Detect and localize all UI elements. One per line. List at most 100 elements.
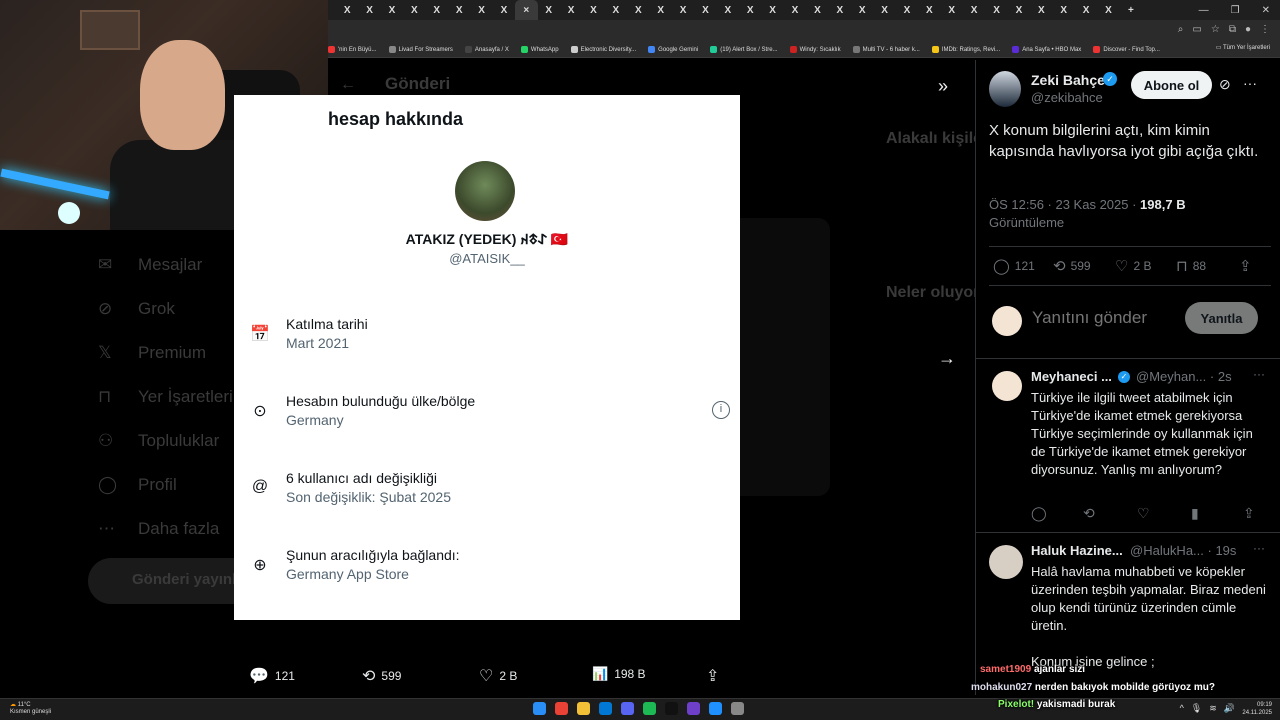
browser-tab[interactable]: X bbox=[627, 0, 649, 20]
reply-icon[interactable]: ◯ bbox=[1031, 505, 1047, 522]
bookmark-item[interactable]: Livad For Streamers bbox=[388, 46, 453, 53]
browser-tab[interactable]: X bbox=[941, 0, 963, 20]
more-icon[interactable]: ··· bbox=[1243, 75, 1257, 91]
bookmark-item[interactable]: WhatsApp bbox=[520, 46, 559, 53]
browser-tab[interactable]: X bbox=[1097, 0, 1119, 20]
share-button[interactable]: ⇪ bbox=[706, 666, 719, 686]
star-icon[interactable]: ☆ bbox=[1211, 24, 1220, 35]
volume-icon[interactable]: 🔊 bbox=[1224, 703, 1235, 714]
taskbar-app-icon[interactable] bbox=[599, 702, 612, 715]
collapse-panel-button[interactable]: » bbox=[938, 76, 948, 97]
taskbar-app-icon[interactable] bbox=[533, 702, 546, 715]
browser-tab[interactable]: X bbox=[851, 0, 873, 20]
bookmark-button[interactable]: ⊓ 88 bbox=[1176, 257, 1206, 275]
browser-tab[interactable]: X bbox=[873, 0, 895, 20]
more-icon[interactable]: ··· bbox=[1253, 541, 1265, 555]
browser-tab[interactable]: X bbox=[717, 0, 739, 20]
more-icon[interactable]: ··· bbox=[1253, 367, 1265, 381]
browser-tab[interactable]: X bbox=[1075, 0, 1097, 20]
browser-tab[interactable]: X bbox=[493, 0, 515, 20]
close-window-button[interactable]: ✕ bbox=[1262, 5, 1270, 16]
minimize-button[interactable]: — bbox=[1199, 5, 1209, 16]
browser-tab[interactable]: X bbox=[829, 0, 851, 20]
reply-input[interactable] bbox=[1032, 308, 1162, 328]
browser-tab[interactable]: X bbox=[538, 0, 560, 20]
bookmark-item[interactable]: Anasayfa / X bbox=[464, 46, 509, 53]
taskbar-app-icon[interactable] bbox=[687, 702, 700, 715]
browser-tab[interactable]: X bbox=[1053, 0, 1075, 20]
reply-avatar[interactable] bbox=[992, 371, 1022, 401]
bookmark-item[interactable]: Ana Sayfa • HBO Max bbox=[1012, 46, 1081, 53]
address-bar[interactable]: ⌕ ▭ ☆ ⧉ ● ⋮ bbox=[328, 20, 1280, 42]
bookmark-item[interactable]: Discover - Find Top... bbox=[1093, 46, 1160, 53]
browser-tab[interactable]: X bbox=[694, 0, 716, 20]
browser-tab[interactable]: X bbox=[358, 0, 380, 20]
extension-icon[interactable]: ⧉ bbox=[1229, 24, 1236, 35]
browser-tab[interactable]: X bbox=[336, 0, 358, 20]
stat-likes[interactable]: ♡ 2 B bbox=[479, 666, 517, 686]
browser-tab[interactable]: X bbox=[448, 0, 470, 20]
clock[interactable]: 09:19 24.11.2025 bbox=[1242, 701, 1272, 717]
all-bookmarks[interactable]: ▭ Tüm Yer İşaretleri bbox=[1216, 44, 1270, 51]
author-avatar[interactable] bbox=[989, 71, 1021, 107]
reply-submit-button[interactable]: Yanıtla bbox=[1185, 302, 1258, 334]
taskbar-app-icon[interactable] bbox=[709, 702, 722, 715]
reply-author[interactable]: Meyhaneci ... bbox=[1031, 369, 1112, 384]
browser-tab[interactable]: X bbox=[1008, 0, 1030, 20]
browser-tab[interactable]: X bbox=[403, 0, 425, 20]
views-icon[interactable]: ▮ bbox=[1191, 505, 1199, 522]
browser-tab[interactable]: X bbox=[1030, 0, 1052, 20]
browser-tab[interactable]: X bbox=[963, 0, 985, 20]
profile-icon[interactable]: ● bbox=[1245, 24, 1251, 35]
bookmark-item[interactable]: 'nin En Büyü... bbox=[328, 46, 377, 53]
browser-tab[interactable]: X bbox=[381, 0, 403, 20]
reply-author[interactable]: Haluk Hazine... bbox=[1031, 543, 1123, 558]
repost-button[interactable]: ⟲ 599 bbox=[1053, 257, 1091, 275]
stat-replies[interactable]: 💬 121 bbox=[249, 666, 295, 686]
info-icon[interactable]: i bbox=[712, 401, 730, 419]
restore-button[interactable]: ❐ bbox=[1231, 5, 1240, 16]
taskbar-app-icon[interactable] bbox=[731, 702, 744, 715]
mic-icon[interactable]: 🎙 bbox=[1191, 703, 1202, 714]
author-name[interactable]: Zeki Bahçe bbox=[1031, 72, 1105, 88]
bookmark-item[interactable]: Electronic Diversity... bbox=[570, 46, 636, 53]
browser-tab[interactable]: X bbox=[605, 0, 627, 20]
share-icon[interactable]: ⇪ bbox=[1243, 505, 1255, 522]
grok-icon[interactable]: ⊘ bbox=[1219, 76, 1231, 93]
taskbar-app-icon[interactable] bbox=[621, 702, 634, 715]
reply-button[interactable]: ◯ 121 bbox=[993, 257, 1035, 275]
browser-tab[interactable]: X bbox=[582, 0, 604, 20]
taskbar-app-icon[interactable] bbox=[555, 702, 568, 715]
new-tab-button[interactable]: + bbox=[1120, 0, 1142, 20]
browser-tab[interactable]: X bbox=[470, 0, 492, 20]
bookmark-item[interactable]: Multi TV - 6 haber k... bbox=[852, 46, 920, 53]
bookmark-item[interactable]: Windy: Sıcaklık bbox=[789, 46, 841, 53]
wifi-icon[interactable]: ≋ bbox=[1209, 703, 1217, 714]
cast-icon[interactable]: ▭ bbox=[1192, 24, 1201, 35]
weather-widget[interactable]: ☁ 11°C Kısmen güneşli bbox=[10, 702, 51, 716]
browser-tab[interactable]: × bbox=[515, 0, 538, 20]
reply-avatar[interactable] bbox=[989, 545, 1023, 579]
browser-tab[interactable]: X bbox=[985, 0, 1007, 20]
bookmark-item[interactable]: (19) Alert Box / Stre... bbox=[710, 46, 778, 53]
browser-tab[interactable]: X bbox=[761, 0, 783, 20]
browser-tab[interactable]: X bbox=[896, 0, 918, 20]
browser-tab[interactable]: X bbox=[806, 0, 828, 20]
bookmark-item[interactable]: IMDb: Ratings, Revi... bbox=[931, 46, 1000, 53]
menu-icon[interactable]: ⋮ bbox=[1260, 24, 1270, 35]
browser-tab[interactable]: X bbox=[784, 0, 806, 20]
reply-item[interactable]: Meyhaneci ... ✓ @Meyhan... · 2s ··· Türk… bbox=[976, 359, 1280, 533]
like-icon[interactable]: ♡ bbox=[1137, 505, 1150, 522]
taskbar-app-icon[interactable] bbox=[643, 702, 656, 715]
browser-tab[interactable]: X bbox=[560, 0, 582, 20]
tray-chevron-icon[interactable]: ^ bbox=[1180, 703, 1184, 714]
stat-reposts[interactable]: ⟲ 599 bbox=[362, 666, 401, 686]
browser-tab[interactable]: X bbox=[426, 0, 448, 20]
browser-tab[interactable]: X bbox=[672, 0, 694, 20]
browser-tab[interactable]: X bbox=[918, 0, 940, 20]
taskbar-app-icon[interactable] bbox=[577, 702, 590, 715]
search-icon[interactable]: ⌕ bbox=[1178, 24, 1184, 35]
browser-tab[interactable]: X bbox=[739, 0, 761, 20]
share-button[interactable]: ⇪ bbox=[1239, 257, 1252, 275]
next-media-button[interactable]: → bbox=[938, 348, 956, 369]
